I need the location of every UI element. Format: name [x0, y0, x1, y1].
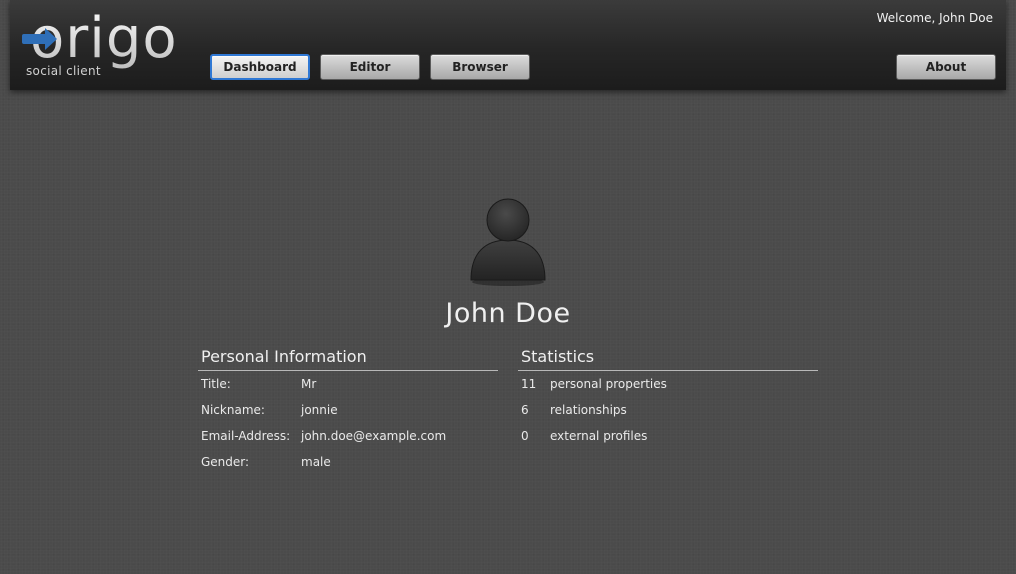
info-value: jonnie: [301, 403, 338, 417]
about-button[interactable]: About: [896, 54, 996, 80]
info-label: Title:: [201, 377, 231, 391]
statistics-section: Statistics 11 personal properties 6 rela…: [518, 346, 818, 449]
info-value: male: [301, 455, 331, 469]
top-bar: origo social client Dashboard Editor Bro…: [10, 0, 1006, 90]
stat-count: 11: [521, 377, 537, 391]
info-row-email: Email-Address: john.doe@example.com: [198, 423, 498, 449]
person-silhouette-icon: [468, 190, 548, 286]
info-value: john.doe@example.com: [301, 429, 447, 443]
dashboard-button[interactable]: Dashboard: [210, 54, 310, 80]
info-row-nickname: Nickname: jonnie: [198, 397, 498, 423]
info-row-gender: Gender: male: [198, 449, 498, 475]
profile-name: John Doe: [445, 298, 571, 329]
origo-logo: origo social client: [20, 6, 180, 82]
stat-row-properties: 11 personal properties: [518, 371, 818, 397]
info-label: Gender:: [201, 455, 250, 469]
stat-label: external profiles: [550, 429, 648, 443]
logo-subtitle: social client: [26, 64, 101, 78]
info-row-title: Title: Mr: [198, 371, 498, 397]
personal-information-title: Personal Information: [198, 346, 498, 371]
stat-label: personal properties: [550, 377, 667, 391]
statistics-title: Statistics: [518, 346, 818, 371]
stat-label: relationships: [550, 403, 627, 417]
editor-button[interactable]: Editor: [320, 54, 420, 80]
info-label: Nickname:: [201, 403, 265, 417]
stat-row-external-profiles: 0 external profiles: [518, 423, 818, 449]
welcome-text: Welcome, John Doe: [876, 11, 993, 25]
browser-button[interactable]: Browser: [430, 54, 530, 80]
personal-information-section: Personal Information Title: Mr Nickname:…: [198, 346, 498, 475]
stat-count: 0: [521, 429, 529, 443]
stat-row-relationships: 6 relationships: [518, 397, 818, 423]
stat-count: 6: [521, 403, 529, 417]
info-label: Email-Address:: [201, 429, 291, 443]
logo-arrow-icon: [22, 28, 57, 50]
info-value: Mr: [301, 377, 317, 391]
